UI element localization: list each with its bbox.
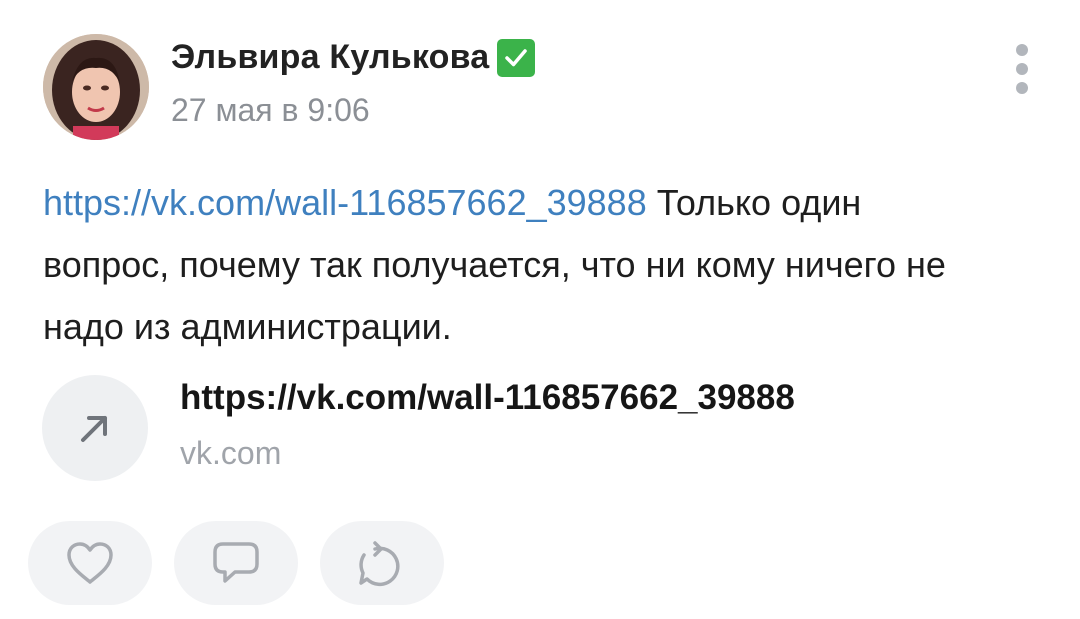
post-date[interactable]: 27 мая в 9:06: [171, 92, 370, 129]
post-actions: [28, 521, 444, 605]
snippet-domain: vk.com: [180, 435, 282, 471]
snippet-link-icon[interactable]: [42, 375, 148, 481]
snippet-title[interactable]: https://vk.com/wall-116857662_39888: [180, 378, 795, 418]
comment-icon: [213, 542, 259, 583]
avatar-photo: [43, 34, 149, 140]
author-name[interactable]: Эльвира Кулькова: [171, 38, 489, 77]
post-text-line-2: вопрос, почему так получается, что ни ко…: [43, 244, 946, 285]
post-text-line-1: https://vk.com/wall-116857662_39888 Толь…: [43, 172, 1043, 234]
share-button[interactable]: [320, 521, 444, 605]
post-text-line-3: надо из администрации.: [43, 306, 452, 347]
heart-icon: [67, 542, 113, 584]
share-icon: [359, 541, 400, 587]
author-avatar[interactable]: [43, 34, 149, 140]
like-button[interactable]: [28, 521, 152, 605]
post-text-line-1-rest: Только один: [646, 182, 862, 223]
arrow-up-right-icon: [81, 416, 107, 442]
comment-button[interactable]: [174, 521, 298, 605]
post-text: https://vk.com/wall-116857662_39888 Толь…: [43, 172, 1043, 358]
verified-check-icon: [497, 38, 536, 77]
post-text-link[interactable]: https://vk.com/wall-116857662_39888: [43, 182, 647, 223]
post-header: Эльвира Кулькова: [171, 38, 536, 77]
more-options-icon[interactable]: [1008, 44, 1036, 94]
